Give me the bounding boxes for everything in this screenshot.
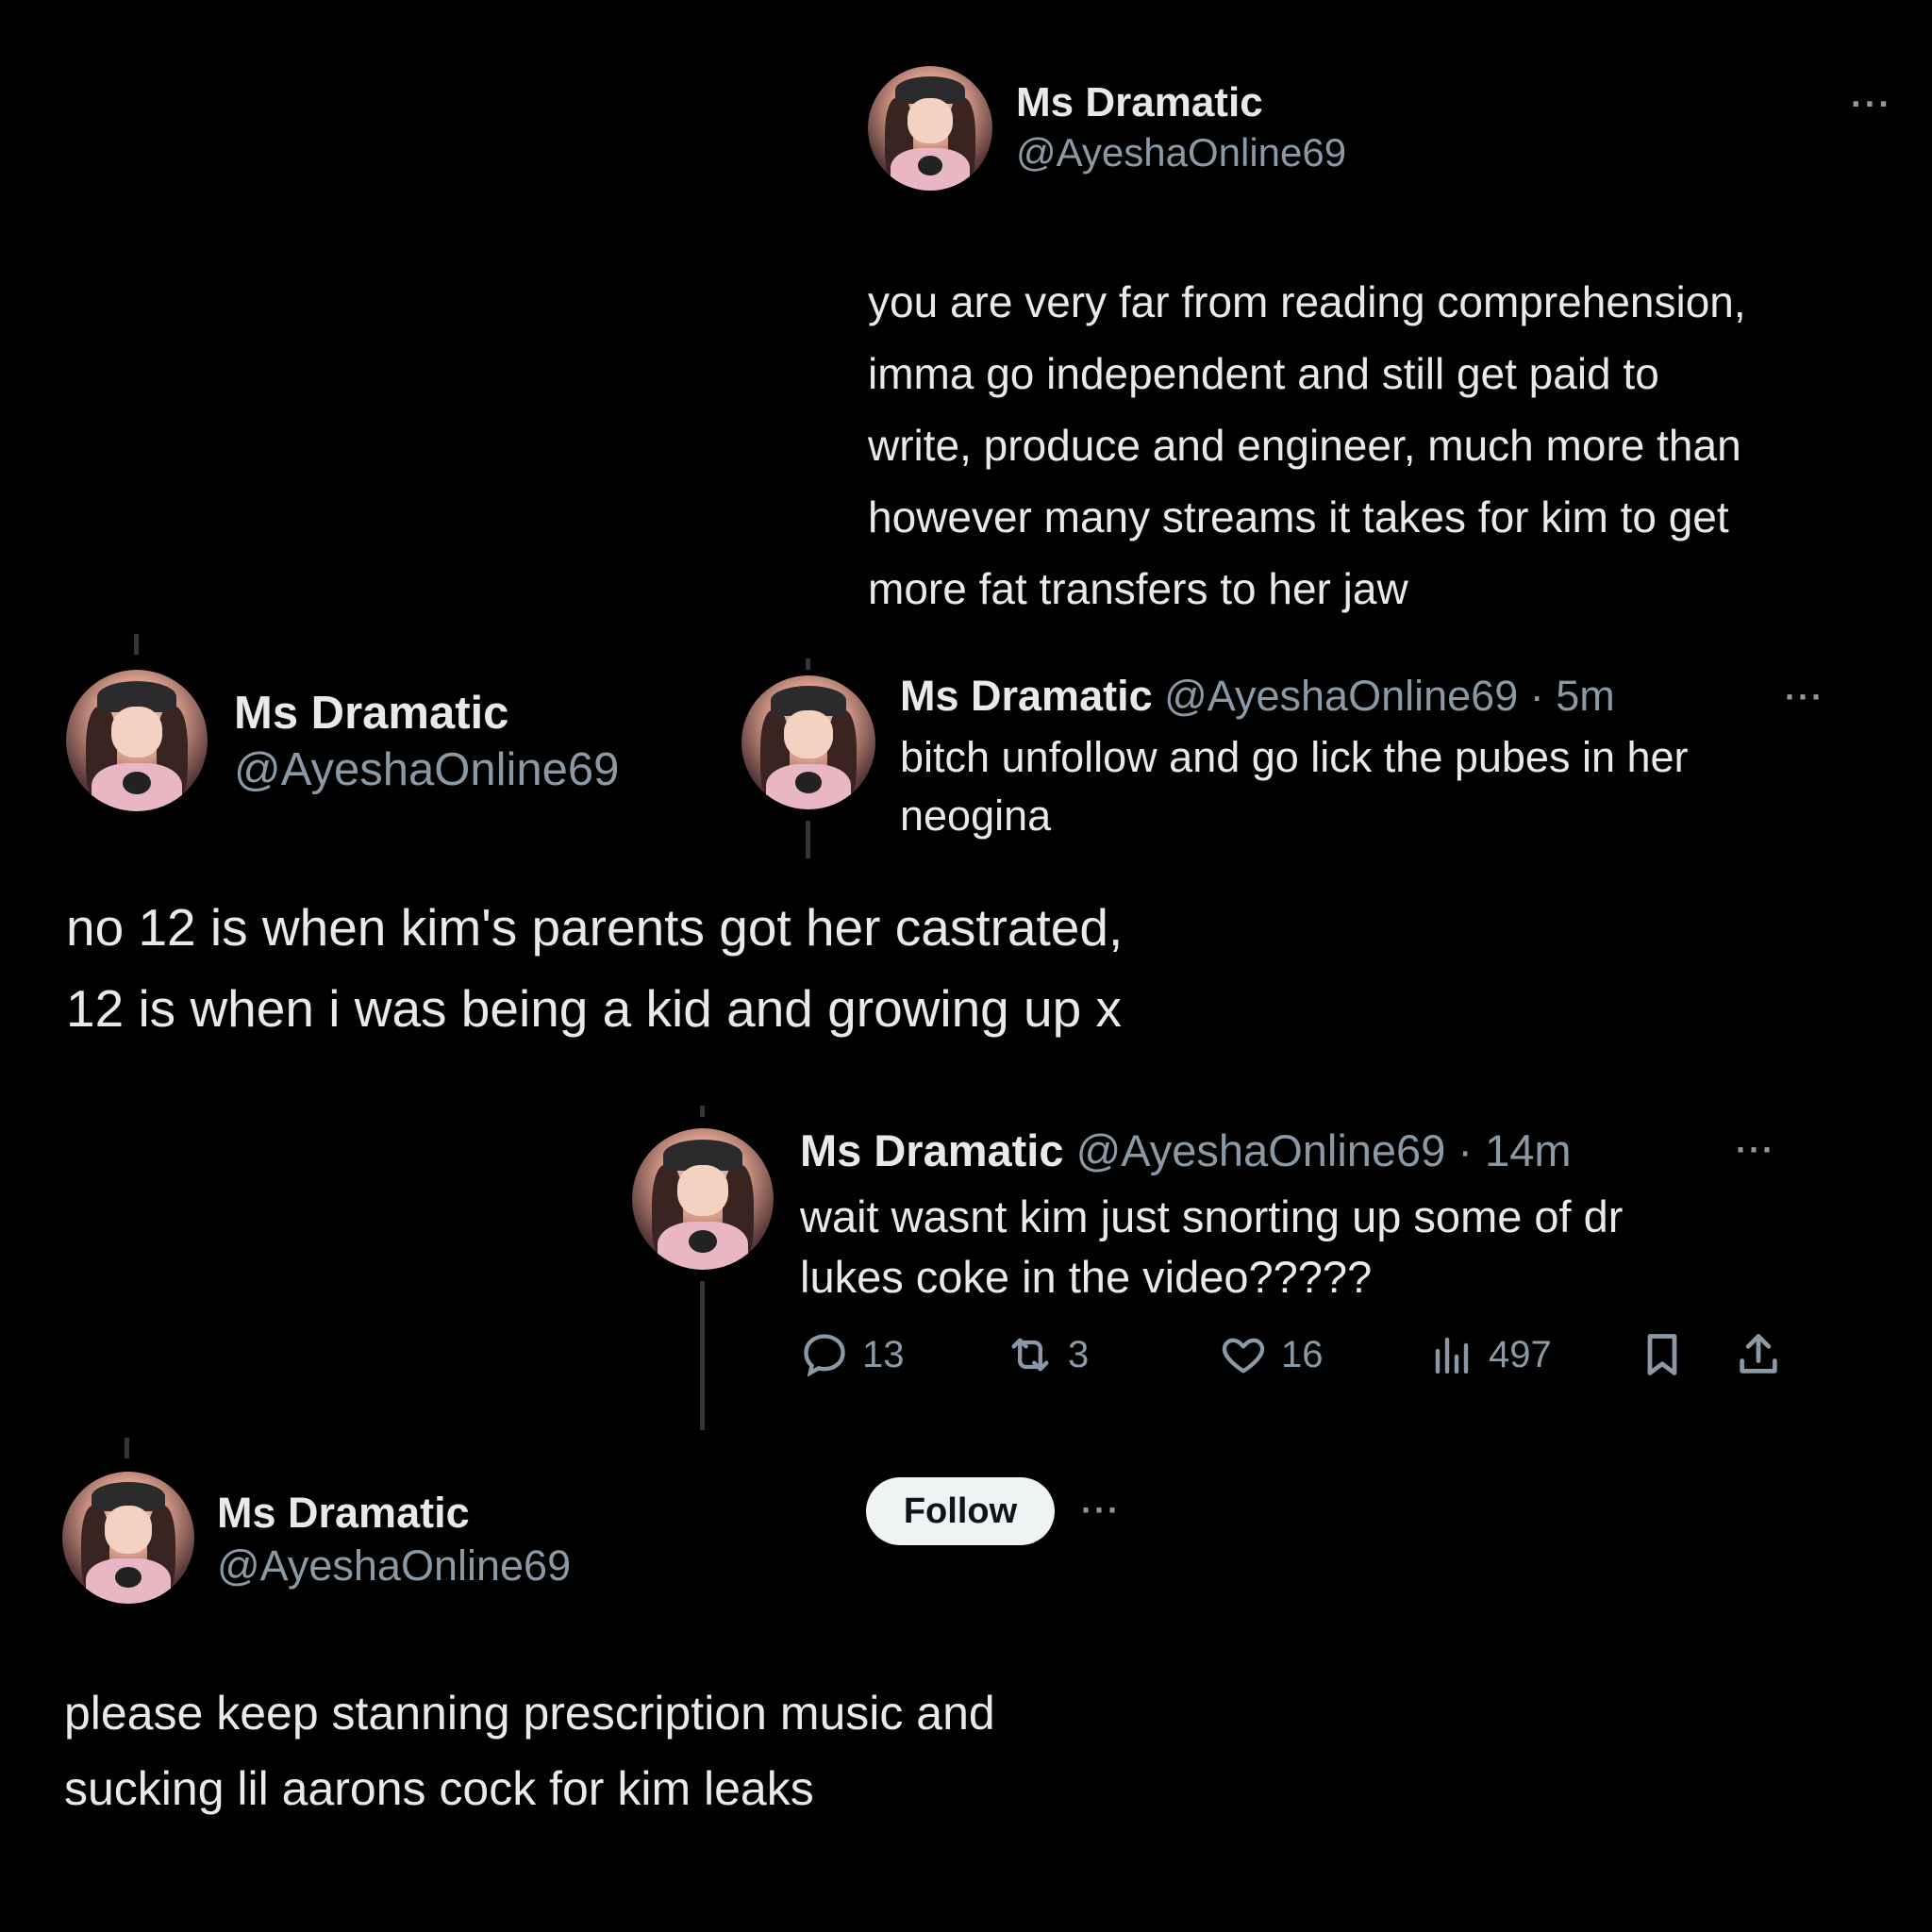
- share-button[interactable]: [1734, 1330, 1796, 1379]
- like-button[interactable]: 16: [1219, 1330, 1324, 1379]
- username-timestamp[interactable]: @AyeshaOnline69 · 14m: [1076, 1125, 1572, 1175]
- tweet-text-line: 12 is when i was being a kid and growing…: [66, 979, 1123, 1038]
- tweet-text-line: please keep stanning prescription music …: [64, 1687, 995, 1740]
- display-name[interactable]: Ms Dramatic: [234, 687, 508, 740]
- username-handle[interactable]: @AyeshaOnline69: [217, 1541, 571, 1591]
- views-count: 497: [1489, 1333, 1552, 1375]
- avatar[interactable]: [741, 675, 875, 809]
- thread-line: [806, 658, 810, 670]
- display-name[interactable]: Ms Dramatic: [800, 1125, 1064, 1175]
- tweet-header: Ms Dramatic @AyeshaOnline69 · 14m: [800, 1124, 1572, 1176]
- thread-line: [125, 1438, 129, 1458]
- repost-button[interactable]: 3: [1006, 1330, 1089, 1379]
- thread-line: [700, 1281, 705, 1430]
- tweet-text-line: bitch unfollow and go lick the pubes in …: [900, 733, 1689, 781]
- thread-line: [806, 821, 810, 858]
- tweet-text-line: you are very far from reading comprehens…: [868, 277, 1746, 326]
- views-button[interactable]: 497: [1430, 1330, 1552, 1379]
- display-name[interactable]: Ms Dramatic: [1016, 79, 1263, 126]
- avatar[interactable]: [62, 1472, 194, 1604]
- username-timestamp[interactable]: @AyeshaOnline69 · 5m: [1164, 672, 1615, 720]
- tweet-text: you are very far from reading comprehens…: [868, 266, 1746, 625]
- reply-icon: [804, 1334, 845, 1377]
- tweet-text-line: no 12 is when kim's parents got her cast…: [66, 898, 1124, 957]
- more-options-icon[interactable]: ···: [1081, 1491, 1121, 1530]
- thread-line: [134, 634, 139, 655]
- tweet-text-line: sucking lil aarons cock for kim leaks: [64, 1762, 814, 1815]
- avatar[interactable]: [632, 1128, 774, 1270]
- thread-line: [700, 1106, 705, 1117]
- heart-icon: [1222, 1338, 1265, 1374]
- tweet-text-line: more fat transfers to her jaw: [868, 564, 1408, 613]
- analytics-icon: [1435, 1337, 1469, 1374]
- tweet-text-line: imma go independent and still get paid t…: [868, 349, 1659, 398]
- reply-button[interactable]: 13: [800, 1330, 905, 1379]
- follow-button[interactable]: Follow: [866, 1477, 1055, 1545]
- display-name[interactable]: Ms Dramatic: [900, 672, 1153, 720]
- share-icon: [1740, 1334, 1777, 1374]
- tweet-header: Ms Dramatic @AyeshaOnline69 · 5m: [900, 672, 1615, 721]
- username-handle[interactable]: @AyeshaOnline69: [234, 743, 619, 796]
- repost-icon: [1011, 1338, 1049, 1372]
- tweet-text: wait wasnt kim just snorting up some of …: [800, 1187, 1623, 1307]
- bookmark-button[interactable]: [1638, 1330, 1700, 1379]
- tweet-text-line: however many streams it takes for kim to…: [868, 492, 1729, 541]
- display-name[interactable]: Ms Dramatic: [217, 1489, 470, 1538]
- more-options-icon[interactable]: ···: [1851, 85, 1892, 125]
- tweet-text: bitch unfollow and go lick the pubes in …: [900, 728, 1689, 845]
- tweet-text-line: wait wasnt kim just snorting up some of …: [800, 1191, 1624, 1241]
- tweet-text-line: write, produce and engineer, much more t…: [868, 421, 1741, 470]
- tweet-text: no 12 is when kim's parents got her cast…: [66, 887, 1123, 1049]
- bookmark-icon: [1647, 1334, 1677, 1375]
- avatar[interactable]: [868, 66, 992, 191]
- tweet-text-line: lukes coke in the video?????: [800, 1252, 1373, 1302]
- more-options-icon[interactable]: ···: [1736, 1130, 1775, 1170]
- tweet-text: please keep stanning prescription music …: [64, 1675, 995, 1826]
- repost-count: 3: [1068, 1333, 1090, 1375]
- reply-count: 13: [862, 1333, 905, 1375]
- tweet-text-line: neogina: [900, 791, 1052, 840]
- more-options-icon[interactable]: ···: [1785, 677, 1824, 717]
- like-count: 16: [1281, 1333, 1324, 1375]
- avatar[interactable]: [66, 670, 208, 811]
- username-handle[interactable]: @AyeshaOnline69: [1016, 130, 1346, 175]
